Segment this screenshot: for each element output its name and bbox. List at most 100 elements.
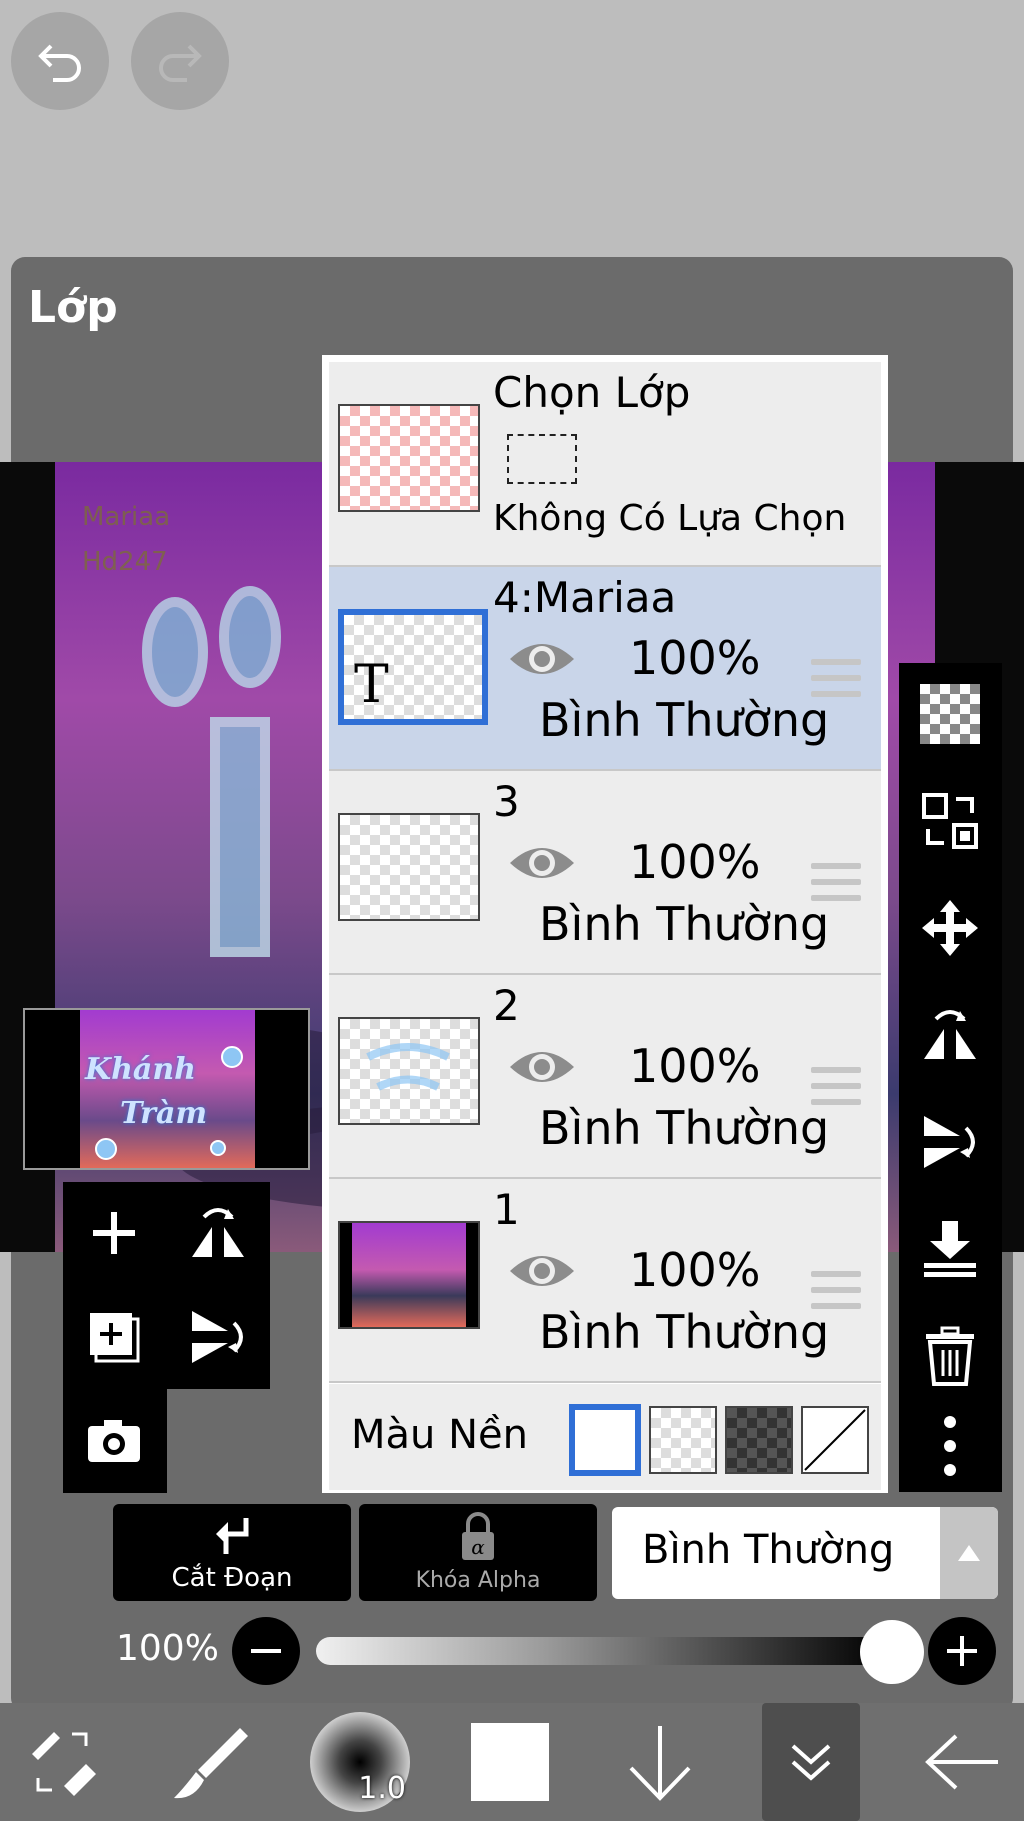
arrow-down-icon — [629, 1726, 691, 1801]
triangle-up-icon — [958, 1545, 980, 1561]
merge-down-icon — [924, 1221, 976, 1277]
color-swatch-button[interactable] — [470, 1703, 550, 1821]
layer-row-1[interactable]: 1 100% Bình Thường — [329, 1179, 881, 1383]
add-layer-button[interactable] — [79, 1198, 149, 1268]
flip-vertical-button[interactable] — [915, 1107, 985, 1177]
layer-name: 4:Mariaa — [493, 573, 677, 622]
blend-mode-select[interactable]: Bình Thường — [612, 1507, 998, 1599]
svg-text:α: α — [471, 1535, 485, 1559]
canvas-preview[interactable]: Khánh Tràm — [23, 1008, 310, 1170]
layer-thumbnail: T — [338, 609, 488, 725]
bg-swatch-dark[interactable] — [725, 1406, 793, 1474]
move-button[interactable] — [915, 893, 985, 963]
layer-list: Chọn Lớp Không Có Lựa Chọn T 4:Mariaa 10… — [322, 355, 888, 1493]
eye-icon[interactable] — [506, 839, 578, 887]
flip-horizontal-button[interactable] — [915, 1000, 985, 1070]
merge-down-button[interactable] — [915, 1214, 985, 1284]
brush-size-label: 1.0 — [358, 1771, 406, 1806]
opacity-increase-button[interactable] — [928, 1617, 996, 1685]
move-icon — [922, 900, 978, 956]
clipping-button[interactable]: Cắt Đoạn — [113, 1504, 351, 1601]
delete-layer-button[interactable] — [915, 1321, 985, 1391]
selection-marquee-icon — [507, 434, 577, 484]
back-button[interactable] — [912, 1703, 1012, 1821]
opacity-label: 100% — [116, 1628, 219, 1669]
text-layer-glyph: T — [354, 655, 389, 715]
swap-icon — [922, 793, 978, 849]
flip-vertical-icon — [192, 1311, 243, 1363]
more-options-button[interactable] — [915, 1411, 985, 1481]
layer-row-3[interactable]: 3 100% Bình Thường — [329, 771, 881, 975]
layer-opacity: 100% — [629, 631, 761, 685]
bg-swatch-white[interactable] — [569, 1404, 641, 1476]
layer-blend-mode: Bình Thường — [539, 1101, 830, 1155]
layer-thumbnail — [338, 1221, 480, 1329]
left-tools-panel — [63, 1182, 270, 1389]
opacity-slider-knob[interactable] — [860, 1620, 924, 1684]
camera-button[interactable] — [79, 1405, 149, 1475]
bottom-toolbar: 1.0 — [0, 1703, 1024, 1821]
brush-size-button[interactable]: 1.0 — [308, 1703, 412, 1821]
brush-eraser-icon — [32, 1732, 96, 1796]
swap-layers-button[interactable] — [915, 786, 985, 856]
layer-name: 3 — [493, 777, 520, 826]
drag-handle-icon[interactable] — [811, 659, 861, 707]
layer-down-button[interactable] — [615, 1703, 705, 1821]
canvas-signature-1: Mariaa — [82, 502, 171, 532]
trash-icon — [926, 1326, 974, 1386]
opacity-slider[interactable] — [316, 1637, 886, 1665]
eye-icon[interactable] — [506, 635, 578, 683]
layer-blend-mode: Bình Thường — [539, 693, 830, 747]
layer-opacity: 100% — [629, 835, 761, 889]
lock-icon: α — [462, 1512, 494, 1560]
transparency-button[interactable] — [915, 679, 985, 749]
layer-row-2[interactable]: 2 100% Bình Thường — [329, 975, 881, 1179]
eye-icon[interactable] — [506, 1043, 578, 1091]
blend-mode-arrow[interactable] — [940, 1507, 998, 1599]
clip-arrow-icon — [216, 1518, 249, 1554]
layer-name: 2 — [493, 981, 520, 1030]
layers-panel-button[interactable] — [762, 1703, 860, 1821]
opacity-decrease-button[interactable] — [232, 1617, 300, 1685]
letter-decoration — [210, 717, 270, 957]
drag-handle-icon[interactable] — [811, 863, 861, 911]
more-vertical-icon — [944, 1416, 956, 1476]
clipping-label: Cắt Đoạn — [171, 1563, 293, 1593]
layer-opacity: 100% — [629, 1243, 761, 1297]
drag-handle-icon[interactable] — [811, 1067, 861, 1115]
undo-button[interactable] — [11, 12, 109, 110]
layer-row-4[interactable]: T 4:Mariaa 100% Bình Thường — [329, 567, 881, 771]
eye-icon[interactable] — [506, 1247, 578, 1295]
current-color-swatch — [471, 1723, 549, 1801]
bg-swatch-none[interactable] — [801, 1406, 869, 1474]
arrow-left-icon — [925, 1734, 998, 1790]
camera-icon — [88, 1420, 140, 1462]
duplicate-layer-button[interactable] — [79, 1302, 149, 1372]
chevron-double-down-icon — [791, 1744, 831, 1781]
flip-horizontal-icon — [192, 1208, 244, 1257]
layer-tools-bar — [899, 663, 1002, 1492]
selection-layer-thumbnail — [338, 404, 480, 512]
bg-swatch-transparent[interactable] — [649, 1406, 717, 1474]
undo-icon — [38, 44, 81, 82]
drag-handle-icon[interactable] — [811, 1271, 861, 1319]
layer-blend-mode: Bình Thường — [539, 897, 830, 951]
plus-icon — [947, 1636, 977, 1666]
text-art-thumbnail — [366, 1043, 450, 1091]
minus-icon — [251, 1649, 281, 1653]
alpha-lock-button[interactable]: α Khóa Alpha — [359, 1504, 597, 1601]
alpha-lock-label: Khóa Alpha — [415, 1568, 541, 1593]
tool-switch-button[interactable] — [12, 1703, 112, 1821]
flip-layer-vertical-button[interactable] — [183, 1302, 253, 1372]
flip-layer-horizontal-button[interactable] — [183, 1198, 253, 1268]
duplicate-icon — [90, 1313, 140, 1363]
brush-tool-button[interactable] — [160, 1703, 260, 1821]
flip-horizontal-icon — [924, 1010, 976, 1059]
redo-icon — [159, 44, 202, 82]
redo-button[interactable] — [131, 12, 229, 110]
flip-vertical-icon — [924, 1116, 975, 1168]
brush-icon — [174, 1728, 248, 1799]
selection-layer-row[interactable]: Chọn Lớp Không Có Lựa Chọn — [329, 362, 881, 567]
layer-thumbnail — [338, 1017, 480, 1125]
plus-icon — [93, 1212, 135, 1254]
